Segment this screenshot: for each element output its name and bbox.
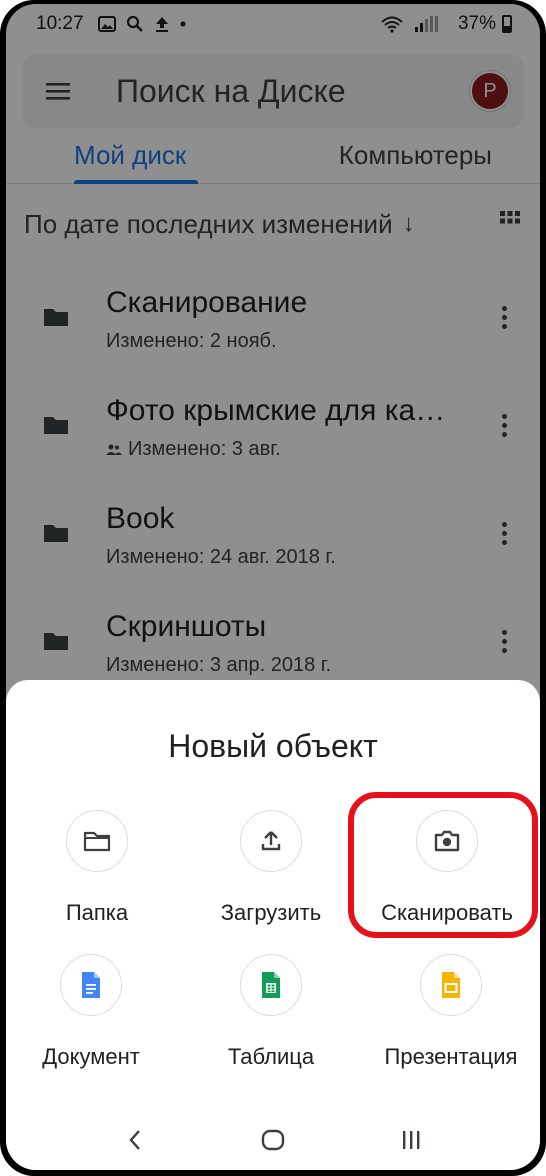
new-item-bottom-sheet: Новый объект Папка Загрузить Сканировать [6,680,540,1170]
folder-icon [66,810,128,872]
sheet-title: Новый объект [168,728,378,764]
upload-icon [240,810,302,872]
phone-frame: 10:27 37% Поиск на Диске Р Мой диск Комп… [0,0,546,1176]
back-icon[interactable] [113,1118,157,1162]
option-label: Папка [65,900,129,925]
option-label: Таблица [227,1044,315,1069]
upload-button[interactable]: Загрузить [182,810,360,940]
new-presentation-button[interactable]: Презентация [362,954,540,1084]
system-nav-bar [6,1110,540,1170]
new-spreadsheet-button[interactable]: Таблица [182,954,360,1084]
new-folder-button[interactable]: Папка [8,810,186,940]
google-docs-icon [60,954,122,1016]
highlight-ring [348,792,538,938]
google-slides-icon [420,954,482,1016]
screen: 10:27 37% Поиск на Диске Р Мой диск Комп… [6,4,540,1170]
google-sheets-icon [240,954,302,1016]
option-label: Документ [42,1044,140,1069]
option-label: Презентация [384,1044,518,1069]
option-label: Загрузить [220,900,322,925]
home-icon[interactable] [251,1118,295,1162]
recents-icon[interactable] [389,1118,433,1162]
new-document-button[interactable]: Документ [6,954,180,1084]
